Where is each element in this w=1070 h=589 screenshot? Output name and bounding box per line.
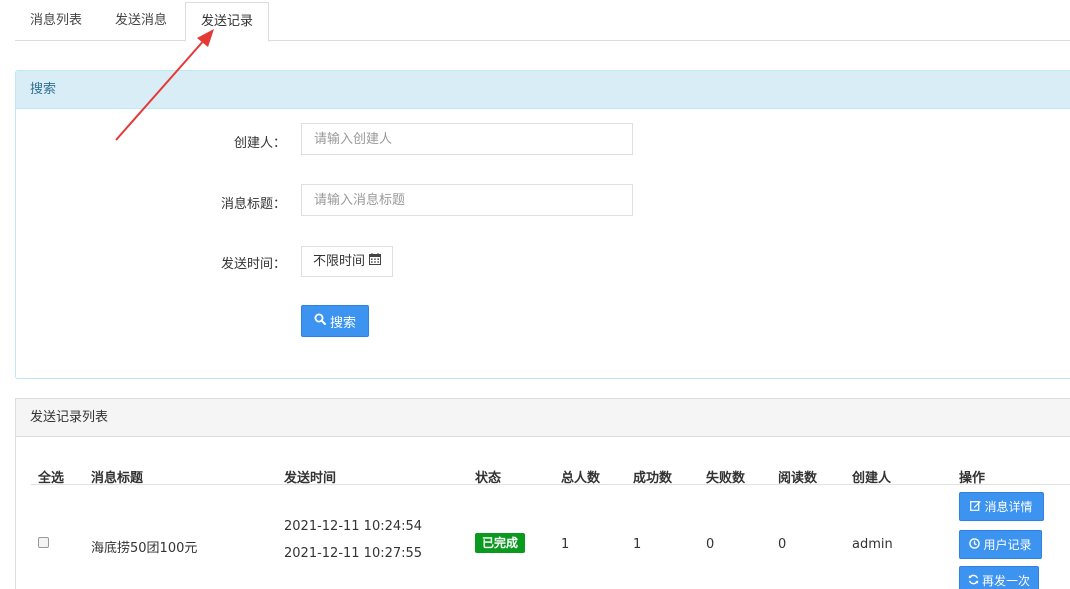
tab-label: 发送记录 (201, 14, 254, 29)
calendar-icon (369, 247, 382, 276)
search-panel-title: 搜索 (16, 71, 1070, 109)
message-detail-label: 消息详情 (984, 500, 1033, 514)
row-failed: 0 (706, 537, 715, 552)
clock-icon (969, 537, 981, 552)
send-time-label: 发送时间： (220, 257, 286, 272)
edit-icon (970, 500, 982, 514)
user-records-button[interactable]: 用户记录 (959, 530, 1042, 559)
row-checkbox[interactable] (38, 537, 49, 548)
row-send-time-start: 2021-12-11 10:24:54 (284, 519, 423, 534)
search-button-label: 搜索 (329, 315, 356, 331)
tab-label: 发送消息 (115, 13, 168, 28)
row-total: 1 (561, 537, 570, 552)
tab-send-message[interactable]: 发送消息 (100, 2, 182, 41)
list-panel-title: 发送记录列表 (16, 399, 1070, 437)
row-success: 1 (633, 537, 642, 552)
send-time-value: 不限时间 (313, 254, 366, 269)
resend-button[interactable]: 再发一次 (959, 566, 1039, 589)
creator-label: 创建人： (233, 136, 286, 151)
row-creator: admin (852, 537, 893, 552)
refresh-icon (968, 574, 979, 588)
search-icon (314, 313, 326, 329)
message-title-input[interactable] (301, 184, 633, 216)
user-records-label: 用户记录 (983, 538, 1032, 552)
resend-label: 再发一次 (981, 574, 1030, 588)
send-time-picker[interactable]: 不限时间 (301, 246, 394, 277)
tab-bar: 消息列表 发送消息 发送记录 (15, 2, 1070, 42)
message-title-label: 消息标题： (220, 197, 286, 212)
tab-label: 消息列表 (30, 13, 83, 28)
status-badge: 已完成 (475, 533, 526, 553)
send-records-panel: 发送记录列表 全选 消息标题 发送时间 状态 总人数 成功数 失败数 阅读数 创… (15, 398, 1070, 589)
tab-message-list[interactable]: 消息列表 (15, 2, 97, 41)
tab-send-records[interactable]: 发送记录 (185, 2, 270, 42)
table-header-divider (31, 484, 1070, 485)
search-button[interactable]: 搜索 (301, 305, 369, 337)
creator-input[interactable] (301, 123, 633, 155)
search-panel: 搜索 创建人： 消息标题： 发送时间： 不限时间 搜索 (15, 70, 1070, 379)
row-read: 0 (778, 537, 787, 552)
row-send-time-end: 2021-12-11 10:27:55 (284, 546, 423, 561)
message-detail-button[interactable]: 消息详情 (959, 492, 1044, 521)
row-title: 海底捞50团100元 (91, 541, 198, 556)
